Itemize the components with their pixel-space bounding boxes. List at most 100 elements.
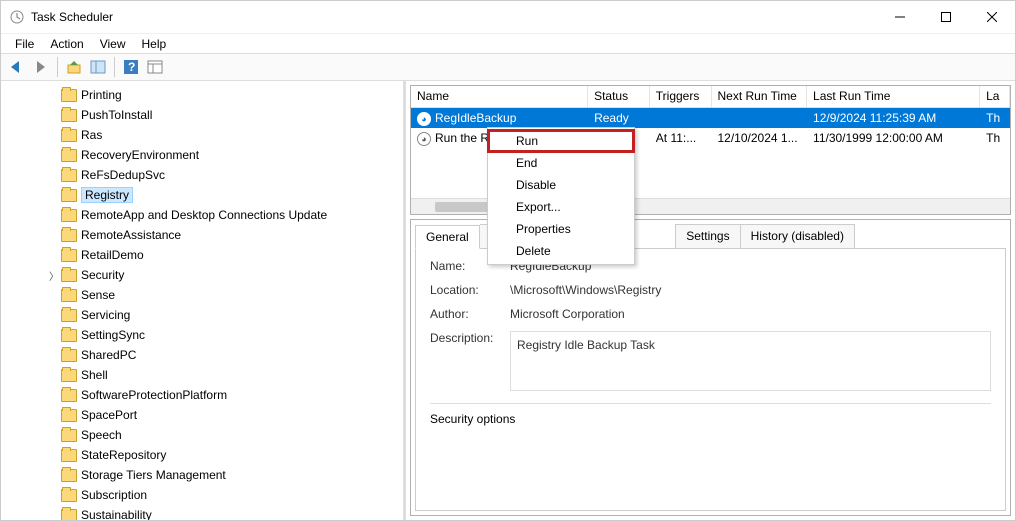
folder-icon (61, 469, 77, 482)
folder-icon (61, 109, 77, 122)
tab-settings[interactable]: Settings (675, 224, 740, 248)
task-row[interactable]: ◕RegIdleBackupReady12/9/2024 11:25:39 AM… (411, 108, 1010, 128)
titlebar: Task Scheduler (1, 1, 1015, 33)
task-name: Run the R (435, 131, 489, 145)
label-description: Description: (430, 331, 510, 345)
tree-item-settingsync[interactable]: SettingSync (1, 325, 403, 345)
menu-help[interactable]: Help (134, 35, 175, 53)
col-la[interactable]: La (980, 86, 1010, 107)
clock-icon: ◕ (417, 132, 431, 146)
folder-icon (61, 189, 77, 202)
ctx-properties[interactable]: Properties (488, 218, 634, 240)
folder-icon (61, 89, 77, 102)
tree-pane[interactable]: Printing PushToInstall Ras RecoveryEnvironm… (1, 81, 406, 520)
tab-general[interactable]: General (415, 225, 480, 249)
folder-icon (61, 349, 77, 362)
tree-item-label: Storage Tiers Management (81, 468, 226, 482)
task-list-header: Name Status Triggers Next Run Time Last … (411, 86, 1010, 108)
tree-item-spaceport[interactable]: SpacePort (1, 405, 403, 425)
label-location: Location: (430, 283, 510, 297)
menubar: File Action View Help (1, 33, 1015, 53)
menu-action[interactable]: Action (42, 35, 91, 53)
tree-item-speech[interactable]: Speech (1, 425, 403, 445)
value-location: \Microsoft\Windows\Registry (510, 283, 991, 297)
col-triggers[interactable]: Triggers (650, 86, 712, 107)
minimize-button[interactable] (877, 1, 923, 33)
show-hide-tree-button[interactable] (88, 57, 108, 77)
folder-icon (61, 389, 77, 402)
tree-item-sense[interactable]: Sense (1, 285, 403, 305)
tree-item-label: Shell (81, 368, 108, 382)
tree-item-label: PushToInstall (81, 108, 152, 122)
menu-file[interactable]: File (7, 35, 42, 53)
tree-item-label: Sense (81, 288, 115, 302)
tree-item-subscription[interactable]: Subscription (1, 485, 403, 505)
properties-button[interactable] (145, 57, 165, 77)
tree-item-retaildemo[interactable]: RetailDemo (1, 245, 403, 265)
security-options-label: Security options (430, 412, 515, 426)
tree-item-label: RetailDemo (81, 248, 144, 262)
tree-item-staterepository[interactable]: StateRepository (1, 445, 403, 465)
tree-item-sharedpc[interactable]: SharedPC (1, 345, 403, 365)
tree-item-storage-tiers-management[interactable]: Storage Tiers Management (1, 465, 403, 485)
forward-button[interactable] (31, 57, 51, 77)
tree-item-label: Printing (81, 88, 122, 102)
up-button[interactable] (64, 57, 84, 77)
tree-item-refsdedupsvc[interactable]: ReFsDedupSvc (1, 165, 403, 185)
ctx-disable[interactable]: Disable (488, 174, 634, 196)
expand-icon[interactable]: 〉 (47, 268, 61, 283)
col-status[interactable]: Status (588, 86, 650, 107)
task-last-run: 11/30/1999 12:00:00 AM (807, 131, 980, 145)
menu-view[interactable]: View (92, 35, 134, 53)
value-description: Registry Idle Backup Task (510, 331, 991, 391)
tree-item-label: SpacePort (81, 408, 137, 422)
tree-item-shell[interactable]: Shell (1, 365, 403, 385)
maximize-button[interactable] (923, 1, 969, 33)
tab-content-general: Name: RegIdleBackup Location: \Microsoft… (415, 248, 1006, 511)
folder-icon (61, 129, 77, 142)
folder-icon (61, 169, 77, 182)
tree-item-label: RemoteAssistance (81, 228, 181, 242)
tree-item-label: SoftwareProtectionPlatform (81, 388, 227, 402)
folder-icon (61, 249, 77, 262)
ctx-run[interactable]: Run (487, 129, 635, 153)
task-la: Th (980, 131, 1010, 145)
ctx-end[interactable]: End (488, 152, 634, 174)
help-button[interactable]: ? (121, 57, 141, 77)
tab-history[interactable]: History (disabled) (741, 224, 855, 248)
folder-icon (61, 269, 77, 282)
folder-icon (61, 309, 77, 322)
folder-icon (61, 329, 77, 342)
tree-item-pushtoinstall[interactable]: PushToInstall (1, 105, 403, 125)
tree-item-label: Security (81, 268, 124, 282)
tree-item-security[interactable]: 〉 Security (1, 265, 403, 285)
tree-item-printing[interactable]: Printing (1, 85, 403, 105)
tree-item-label: RecoveryEnvironment (81, 148, 199, 162)
context-menu: Run End Disable Export... Properties Del… (487, 127, 635, 265)
tree-item-servicing[interactable]: Servicing (1, 305, 403, 325)
col-name[interactable]: Name (411, 86, 588, 107)
col-next[interactable]: Next Run Time (712, 86, 808, 107)
tree-item-label: SettingSync (81, 328, 145, 342)
tree-item-remoteapp-and-desktop-connections-update[interactable]: RemoteApp and Desktop Connections Update (1, 205, 403, 225)
tree-item-remoteassistance[interactable]: RemoteAssistance (1, 225, 403, 245)
tree-item-registry[interactable]: Registry (1, 185, 403, 205)
ctx-export[interactable]: Export... (488, 196, 634, 218)
tree-item-softwareprotectionplatform[interactable]: SoftwareProtectionPlatform (1, 385, 403, 405)
folder-icon (61, 489, 77, 502)
tree-item-label: Sustainability (81, 508, 152, 520)
folder-icon (61, 369, 77, 382)
window-title: Task Scheduler (31, 10, 113, 24)
ctx-delete[interactable]: Delete (488, 240, 634, 262)
folder-icon (61, 229, 77, 242)
close-button[interactable] (969, 1, 1015, 33)
tree-item-sustainability[interactable]: Sustainability (1, 505, 403, 520)
tree-item-recoveryenvironment[interactable]: RecoveryEnvironment (1, 145, 403, 165)
task-last-run: 12/9/2024 11:25:39 AM (807, 111, 980, 125)
col-last[interactable]: Last Run Time (807, 86, 980, 107)
back-button[interactable] (7, 57, 27, 77)
folder-icon (61, 149, 77, 162)
toolbar-separator (57, 57, 58, 77)
tree-item-ras[interactable]: Ras (1, 125, 403, 145)
window-controls (877, 1, 1015, 33)
